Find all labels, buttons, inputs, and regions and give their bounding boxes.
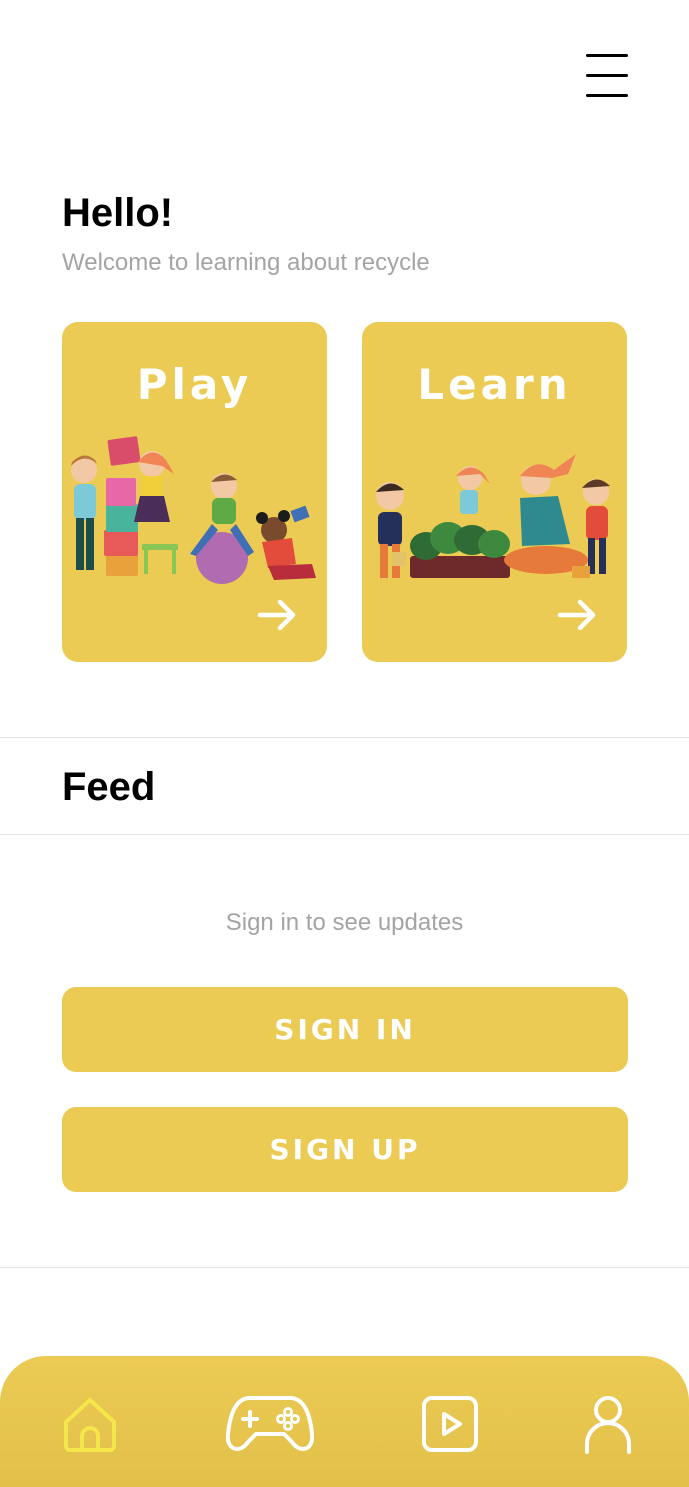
play-card[interactable]: Play: [62, 322, 327, 662]
section-divider: [0, 737, 689, 738]
nav-games[interactable]: [226, 1392, 314, 1456]
learn-card[interactable]: Learn: [362, 322, 627, 662]
arrow-right-icon: [557, 599, 596, 631]
menu-line: [586, 54, 628, 57]
menu-line: [586, 94, 628, 97]
section-divider: [0, 1267, 689, 1268]
play-card-title: Play: [136, 360, 253, 409]
feed-title: Feed: [62, 765, 156, 809]
sign-up-button[interactable]: SIGN UP: [62, 1107, 628, 1192]
section-divider: [0, 834, 689, 835]
profile-icon: [585, 1396, 631, 1454]
home-icon: [64, 1398, 116, 1452]
learn-card-title: Learn: [417, 360, 572, 409]
kids-playing-illustration: [71, 436, 316, 584]
nav-videos[interactable]: [418, 1392, 482, 1456]
greeting-subtitle: Welcome to learning about recycle: [62, 249, 430, 276]
hamburger-menu-icon[interactable]: [584, 54, 630, 100]
feed-message: Sign in to see updates: [225, 909, 464, 936]
gamepad-icon: [226, 1396, 314, 1451]
greeting-title: Hello!: [62, 191, 174, 235]
sign-in-button[interactable]: SIGN IN: [62, 987, 628, 1072]
bottom-navigation: [0, 1356, 689, 1487]
nav-profile[interactable]: [576, 1392, 640, 1456]
video-icon: [422, 1396, 478, 1452]
menu-line: [586, 74, 628, 77]
kids-gardening-illustration: [376, 454, 610, 578]
nav-home[interactable]: [58, 1392, 122, 1456]
arrow-right-icon: [257, 599, 296, 631]
